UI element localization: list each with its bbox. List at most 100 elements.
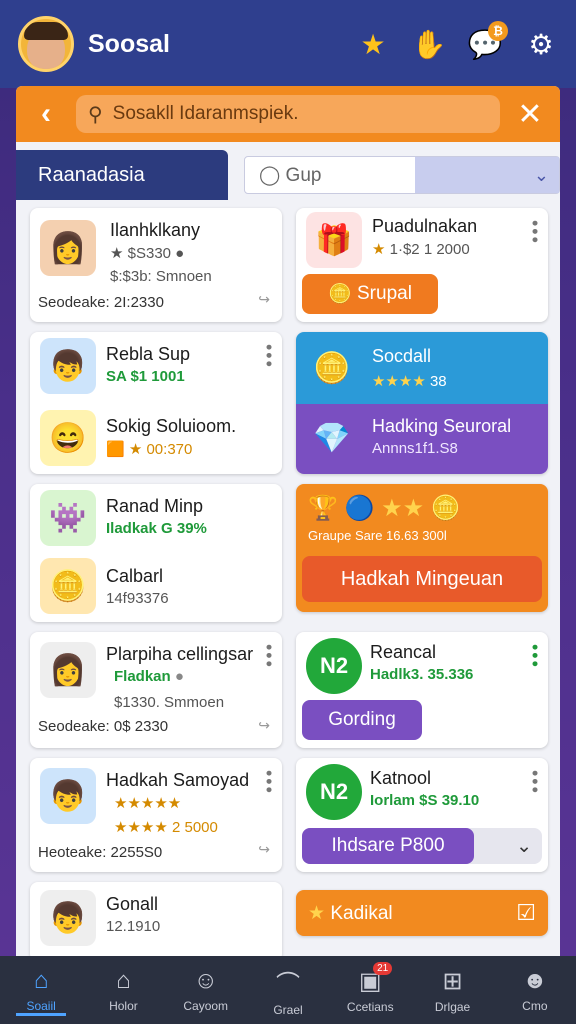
emoji-icon: 😄 bbox=[40, 410, 96, 466]
card-ranad-minp[interactable]: 👾 Ranad Minp Iladkak G 39% 🪙 Calbarl 14f… bbox=[30, 484, 282, 622]
card-promo[interactable]: 🏆 🔵 ★★ 🪙 Graupe Sare 16.63 300l Hadkah M… bbox=[296, 484, 548, 612]
card-line2: Annns1f1.S8 bbox=[372, 440, 458, 457]
card-katnool[interactable]: N2 Katnool Iorlam $S 39.10 ••• Ihdsare P… bbox=[296, 758, 548, 872]
card-line1: 12.1910 bbox=[106, 918, 161, 935]
woman-avatar-icon: 👩 bbox=[40, 642, 96, 698]
card-line3: Seodeake: 2I:2330 bbox=[38, 294, 164, 311]
card-line1: ★ $S330 ● bbox=[110, 245, 185, 262]
card-title2: Sokig Soluioom. bbox=[106, 416, 237, 436]
checkbox-icon[interactable]: ☑ bbox=[516, 900, 536, 926]
nav-item-home[interactable]: ⌂ Soaiil bbox=[0, 956, 82, 1024]
smile-icon: ☺ bbox=[193, 967, 218, 994]
card-line1: Iorlam $S 39.10 bbox=[370, 792, 480, 809]
more-menu-icon[interactable]: ••• bbox=[259, 344, 279, 369]
nav-item-ccetians[interactable]: ▣ 21 Ccetians bbox=[329, 956, 411, 1024]
back-icon[interactable]: ‹ bbox=[26, 97, 66, 131]
card-title: Ranad Minp bbox=[106, 496, 204, 516]
share-icon[interactable]: ↪ bbox=[258, 291, 270, 308]
nav-item-grael[interactable]: ⌒ Grael bbox=[247, 956, 329, 1024]
monster-icon: 👾 bbox=[40, 490, 96, 546]
gear-icon[interactable]: ⚙ bbox=[524, 27, 558, 61]
card-title2: Hadking Seuroral bbox=[372, 416, 512, 436]
coin-stack-icon: 🪙 bbox=[40, 558, 96, 614]
gording-button[interactable]: Gording bbox=[302, 700, 422, 740]
srupal-button[interactable]: 🪙 Srupal bbox=[302, 274, 438, 314]
gift-icon: ⊞ bbox=[442, 967, 463, 995]
group-select[interactable]: ◯ Gup ⌄ bbox=[244, 156, 560, 194]
close-icon[interactable]: ✕ bbox=[510, 97, 550, 132]
coin-badge: ₿ bbox=[488, 21, 508, 41]
nav-item-drlgae[interactable]: ⊞ Drlgae bbox=[411, 956, 493, 1024]
card-rebla-sup[interactable]: 👦 Rebla Sup SA $1 1001 ••• 😄 Sokig Solui… bbox=[30, 332, 282, 474]
n2-badge-icon: N2 bbox=[306, 638, 362, 694]
card-line1: Graupe Sare 16.63 300l bbox=[308, 528, 447, 543]
card-line1: SA $1 1001 bbox=[106, 368, 185, 385]
more-menu-icon[interactable]: ••• bbox=[525, 770, 545, 795]
more-menu-icon[interactable]: ••• bbox=[259, 644, 279, 669]
card-ilanhklkany[interactable]: 👩 Ilanhklkany ★ $S330 ● $:$3b: Smnoen Se… bbox=[30, 208, 282, 322]
card-line3: Seodeake: 0$ 2330 bbox=[38, 718, 169, 735]
more-menu-icon[interactable]: ••• bbox=[525, 644, 545, 669]
main-panel: ‹ ⚲ Sosakll Idaranmspiek. ✕ Raanadasia ◯… bbox=[16, 86, 560, 958]
man-avatar-icon: 👦 bbox=[40, 890, 96, 946]
search-placeholder: Sosakll Idaranmspiek. bbox=[112, 103, 299, 124]
card-gonall[interactable]: 👦 Gonall 12.1910 bbox=[30, 882, 282, 958]
nav-item-holor[interactable]: ⌂ Holor bbox=[82, 956, 164, 1024]
share-icon[interactable]: ↪ bbox=[258, 717, 270, 734]
search-icon: ⚲ bbox=[88, 103, 103, 126]
card-title: Puadulnakan bbox=[372, 216, 478, 236]
app-title: Soosal bbox=[88, 29, 170, 58]
house-icon: ⌂ bbox=[116, 967, 131, 994]
card-line1: ★★★★ 38 bbox=[372, 373, 447, 390]
nav-label: Holor bbox=[109, 999, 138, 1013]
nav-badge: 21 bbox=[373, 962, 393, 975]
more-menu-icon[interactable]: ••• bbox=[525, 220, 545, 245]
nav-label: Drlgae bbox=[434, 999, 471, 1014]
group-select-label: ◯ Gup bbox=[259, 164, 322, 186]
hand-icon[interactable]: ✋ bbox=[412, 27, 447, 61]
card-reancal[interactable]: N2 Reancal Hadlk3. 35.336 ••• Gording bbox=[296, 632, 548, 748]
share-icon[interactable]: ↪ bbox=[258, 841, 270, 858]
person-avatar-icon: 👩 bbox=[40, 220, 96, 276]
card-title: Katnool bbox=[370, 768, 432, 788]
more-menu-icon[interactable]: ••• bbox=[259, 770, 279, 795]
hadkah-mingeuan-button[interactable]: Hadkah Mingeuan bbox=[302, 556, 542, 602]
boy-avatar-icon: 👦 bbox=[40, 338, 96, 394]
arch-icon: ⌒ bbox=[275, 970, 300, 998]
user-avatar[interactable] bbox=[18, 16, 74, 72]
card-line1: Iladkak G 39% bbox=[106, 520, 207, 537]
card-title2: Calbarl bbox=[106, 566, 164, 586]
coins-icon: 🪙 bbox=[313, 351, 351, 385]
kid-avatar-icon: 👦 bbox=[40, 768, 96, 824]
tab-active[interactable]: Raanadasia bbox=[16, 150, 228, 200]
card-plarpiha[interactable]: 👩 Plarpiha cellingsar Fladkan ● $1330. S… bbox=[30, 632, 282, 748]
chat-icon[interactable]: 💬 ₿ bbox=[468, 21, 508, 61]
nav-label: Cayoom bbox=[183, 999, 229, 1013]
card-line1: ★★★★ 2 5000 bbox=[114, 819, 218, 836]
card-line2: 🟧 ★ 00:370 bbox=[106, 441, 193, 458]
top-bar: Soosal ★ ✋ 💬 ₿ ⚙ bbox=[0, 0, 576, 88]
card-stars: ★★★★★ bbox=[114, 795, 182, 812]
ihdsare-select[interactable]: Ihdsare P800 ⌄ bbox=[302, 828, 542, 864]
card-puadulnakan[interactable]: 🎁 Puadulnakan ★ 1·$2 1 2000 ••• 🪙 Srupal bbox=[296, 208, 548, 322]
search-input[interactable]: ⚲ Sosakll Idaranmspiek. bbox=[76, 95, 500, 133]
star-icon[interactable]: ★ bbox=[356, 27, 390, 61]
card-line3: Heoteake: 2255S0 bbox=[38, 844, 163, 861]
card-line2: $:$3b: Smnoen bbox=[110, 268, 212, 285]
kadikal-row[interactable]: ★ Kadikal ☑ bbox=[296, 890, 548, 936]
home-icon: ⌂ bbox=[33, 967, 49, 994]
card-title: Plarpiha cellingsar bbox=[106, 644, 254, 664]
chevron-down-icon: ⌄ bbox=[516, 835, 532, 857]
card-hadkah-samoyad[interactable]: 👦 Hadkah Samoyad ★★★★★ ★★★★ 2 5000 Heote… bbox=[30, 758, 282, 872]
card-title: Ilanhklkany bbox=[110, 220, 201, 240]
nav-label: Ccetians bbox=[346, 999, 394, 1014]
kadikal-label: ★ Kadikal bbox=[308, 903, 393, 924]
card-socdall[interactable]: 🪙 Socdall ★★★★ 38 💎 Hadking Seuroral Ann… bbox=[296, 332, 548, 474]
card-line1: Hadlk3. 35.336 bbox=[370, 666, 474, 683]
nav-item-cmo[interactable]: ☻ Cmo bbox=[494, 956, 576, 1024]
search-bar: ‹ ⚲ Sosakll Idaranmspiek. ✕ bbox=[16, 86, 560, 142]
bottom-nav: ⌂ Soaiil ⌂ Holor ☺ Cayoom ⌒ Grael ▣ 21 Ccetian… bbox=[0, 956, 576, 1024]
card-title: Reancal bbox=[370, 642, 437, 662]
nav-item-cayoom[interactable]: ☺ Cayoom bbox=[165, 956, 247, 1024]
avatar-face bbox=[24, 22, 68, 69]
